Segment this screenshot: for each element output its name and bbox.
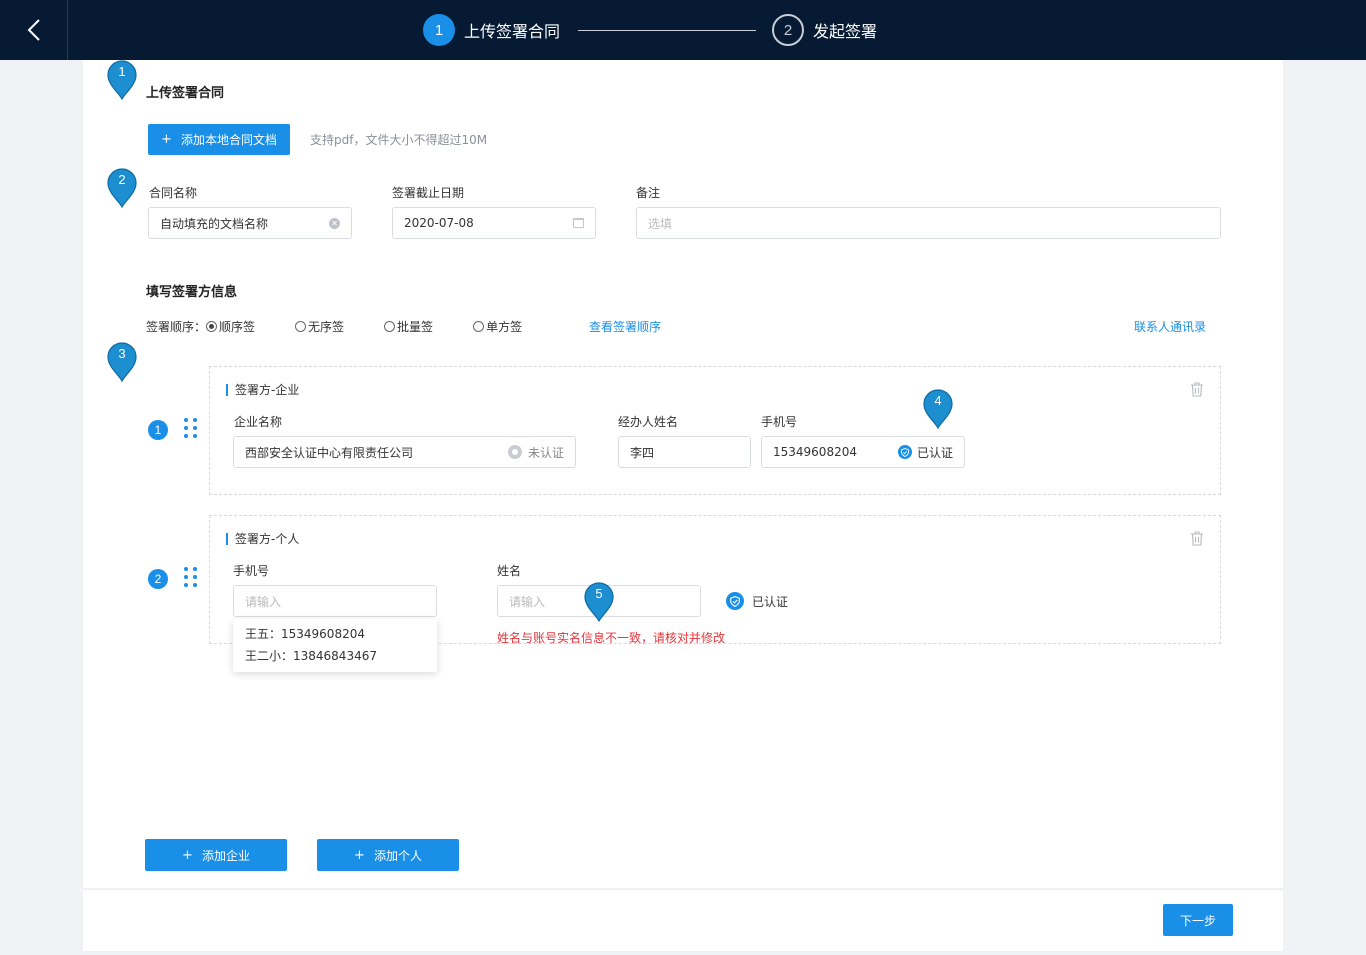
- company-status: 未认证: [507, 444, 564, 461]
- add-person-label: 添加个人: [373, 848, 422, 863]
- top-bar: 1 上传签署合同 2 发起签署: [0, 0, 1366, 60]
- remark-label: 备注: [636, 186, 661, 200]
- plus-icon: +: [354, 847, 365, 863]
- person-phone-placeholder: 请输入: [245, 594, 282, 609]
- company-phone-input[interactable]: 15349608204 已认证: [761, 436, 965, 468]
- radio-unordered-label: 无序签: [308, 320, 345, 334]
- add-person-button[interactable]: + 添加个人: [317, 839, 459, 871]
- handler-name-value: 李四: [630, 445, 655, 460]
- contract-name-label: 合同名称: [149, 186, 198, 200]
- signer-section-title: 填写签署方信息: [146, 285, 238, 300]
- radio-batch[interactable]: 批量签: [384, 318, 433, 335]
- signer-2-index: 2: [148, 569, 168, 589]
- suggestion-item[interactable]: 王二小：13846843467: [233, 645, 437, 667]
- handler-name-label: 经办人姓名: [618, 415, 679, 429]
- verified-shield-icon: [897, 445, 912, 459]
- annotation-marker-number: 3: [118, 346, 126, 361]
- annotation-marker-number: 2: [118, 172, 126, 187]
- company-name-label: 企业名称: [234, 415, 283, 429]
- card-person-title: 签署方-个人: [226, 530, 299, 547]
- deadline-date-input[interactable]: 2020-07-08: [392, 207, 596, 239]
- person-phone-label: 手机号: [233, 564, 270, 578]
- footer-bar: [83, 889, 1283, 951]
- chevron-left-icon: [27, 19, 40, 41]
- annotation-marker-number: 5: [595, 586, 603, 601]
- drag-handle-icon[interactable]: [184, 418, 197, 438]
- person-phone-input[interactable]: 请输入: [233, 585, 437, 617]
- remark-input[interactable]: 选填: [636, 207, 1221, 239]
- step-2-label: 发起签署: [813, 22, 878, 41]
- radio-icon: [473, 321, 485, 332]
- person-status: 已认证: [726, 592, 788, 610]
- suggestion-item[interactable]: 王五：15349608204: [233, 623, 437, 645]
- signer-1-index: 1: [148, 420, 168, 440]
- add-company-label: 添加企业: [201, 848, 250, 863]
- step-2-number: 2: [772, 14, 805, 46]
- step-connector: [578, 29, 757, 31]
- signer-card-company: [209, 366, 1221, 495]
- add-local-document-button[interactable]: + 添加本地合同文档: [148, 124, 290, 155]
- annotation-marker-number: 4: [934, 393, 942, 408]
- company-name-value: 西部安全认证中心有限责任公司: [245, 445, 414, 460]
- phone-status: 已认证: [897, 444, 953, 461]
- person-name-placeholder: 请输入: [509, 594, 546, 609]
- contract-name-input[interactable]: 自动填充的文档名称 ✕: [148, 207, 352, 239]
- next-step-button[interactable]: 下一步: [1163, 904, 1233, 936]
- handler-name-input[interactable]: 李四: [618, 436, 751, 468]
- upload-hint: 支持pdf，文件大小不得超过10M: [310, 133, 488, 147]
- annotation-marker: 1: [106, 58, 138, 101]
- radio-batch-label: 批量签: [397, 320, 434, 334]
- next-step-label: 下一步: [1179, 913, 1216, 928]
- annotation-marker: 4: [922, 387, 954, 430]
- annotation-marker: 5: [583, 580, 615, 623]
- company-phone-label: 手机号: [761, 415, 798, 429]
- verified-shield-icon: [726, 592, 744, 610]
- clear-icon[interactable]: ✕: [329, 217, 340, 229]
- drag-handle-icon[interactable]: [184, 567, 197, 587]
- view-sign-order-link[interactable]: 查看签署顺序: [589, 318, 661, 335]
- radio-icon: [384, 321, 396, 332]
- plus-icon: +: [161, 132, 172, 147]
- radio-sequential-label: 顺序签: [219, 320, 256, 334]
- unverified-icon: [507, 445, 522, 459]
- phone-status-text: 已认证: [916, 445, 953, 460]
- stepper: 1 上传签署合同 2 发起签署: [423, 14, 877, 46]
- name-mismatch-error: 姓名与账号实名信息不一致，请核对并修改: [497, 631, 726, 645]
- calendar-icon[interactable]: [573, 218, 584, 228]
- step-1-number: 1: [423, 14, 455, 46]
- annotation-marker: 3: [106, 340, 138, 383]
- step-1-label: 上传签署合同: [464, 22, 561, 41]
- annotation-marker-number: 1: [118, 64, 126, 79]
- person-status-text: 已认证: [752, 594, 789, 609]
- deadline-label: 签署截止日期: [392, 186, 465, 200]
- add-local-document-label: 添加本地合同文档: [180, 133, 277, 147]
- contacts-link[interactable]: 联系人通讯录: [1134, 318, 1206, 335]
- deadline-value: 2020-07-08: [404, 216, 474, 230]
- sign-order-group: 签署顺序： 顺序签 无序签 批量签 单方签: [146, 318, 522, 335]
- add-company-button[interactable]: + 添加企业: [145, 839, 287, 871]
- card-company-title: 签署方-企业: [226, 381, 299, 398]
- upload-section-title: 上传签署合同: [146, 86, 225, 101]
- radio-single-label: 单方签: [486, 320, 523, 334]
- annotation-marker: 2: [106, 166, 138, 209]
- card-person-title-text: 签署方-个人: [235, 532, 300, 546]
- trash-icon[interactable]: [1190, 382, 1204, 397]
- contract-name-value: 自动填充的文档名称: [160, 216, 269, 231]
- radio-unordered[interactable]: 无序签: [295, 318, 344, 335]
- radio-checked-icon: [206, 321, 218, 332]
- sign-order-label: 签署顺序：: [146, 320, 207, 334]
- trash-icon[interactable]: [1190, 531, 1204, 546]
- back-button[interactable]: [0, 0, 68, 60]
- plus-icon: +: [182, 847, 193, 863]
- radio-icon: [295, 321, 307, 332]
- company-status-text: 未认证: [527, 445, 564, 460]
- person-name-label: 姓名: [497, 564, 522, 578]
- radio-sequential[interactable]: 顺序签: [206, 318, 255, 335]
- company-name-input[interactable]: 西部安全认证中心有限责任公司 未认证: [233, 436, 576, 468]
- radio-single[interactable]: 单方签: [473, 318, 522, 335]
- card-company-title-text: 签署方-企业: [235, 383, 300, 397]
- phone-suggestions-dropdown: 王五：15349608204 王二小：13846843467: [233, 619, 437, 672]
- company-phone-value: 15349608204: [773, 445, 857, 459]
- remark-placeholder: 选填: [648, 216, 673, 231]
